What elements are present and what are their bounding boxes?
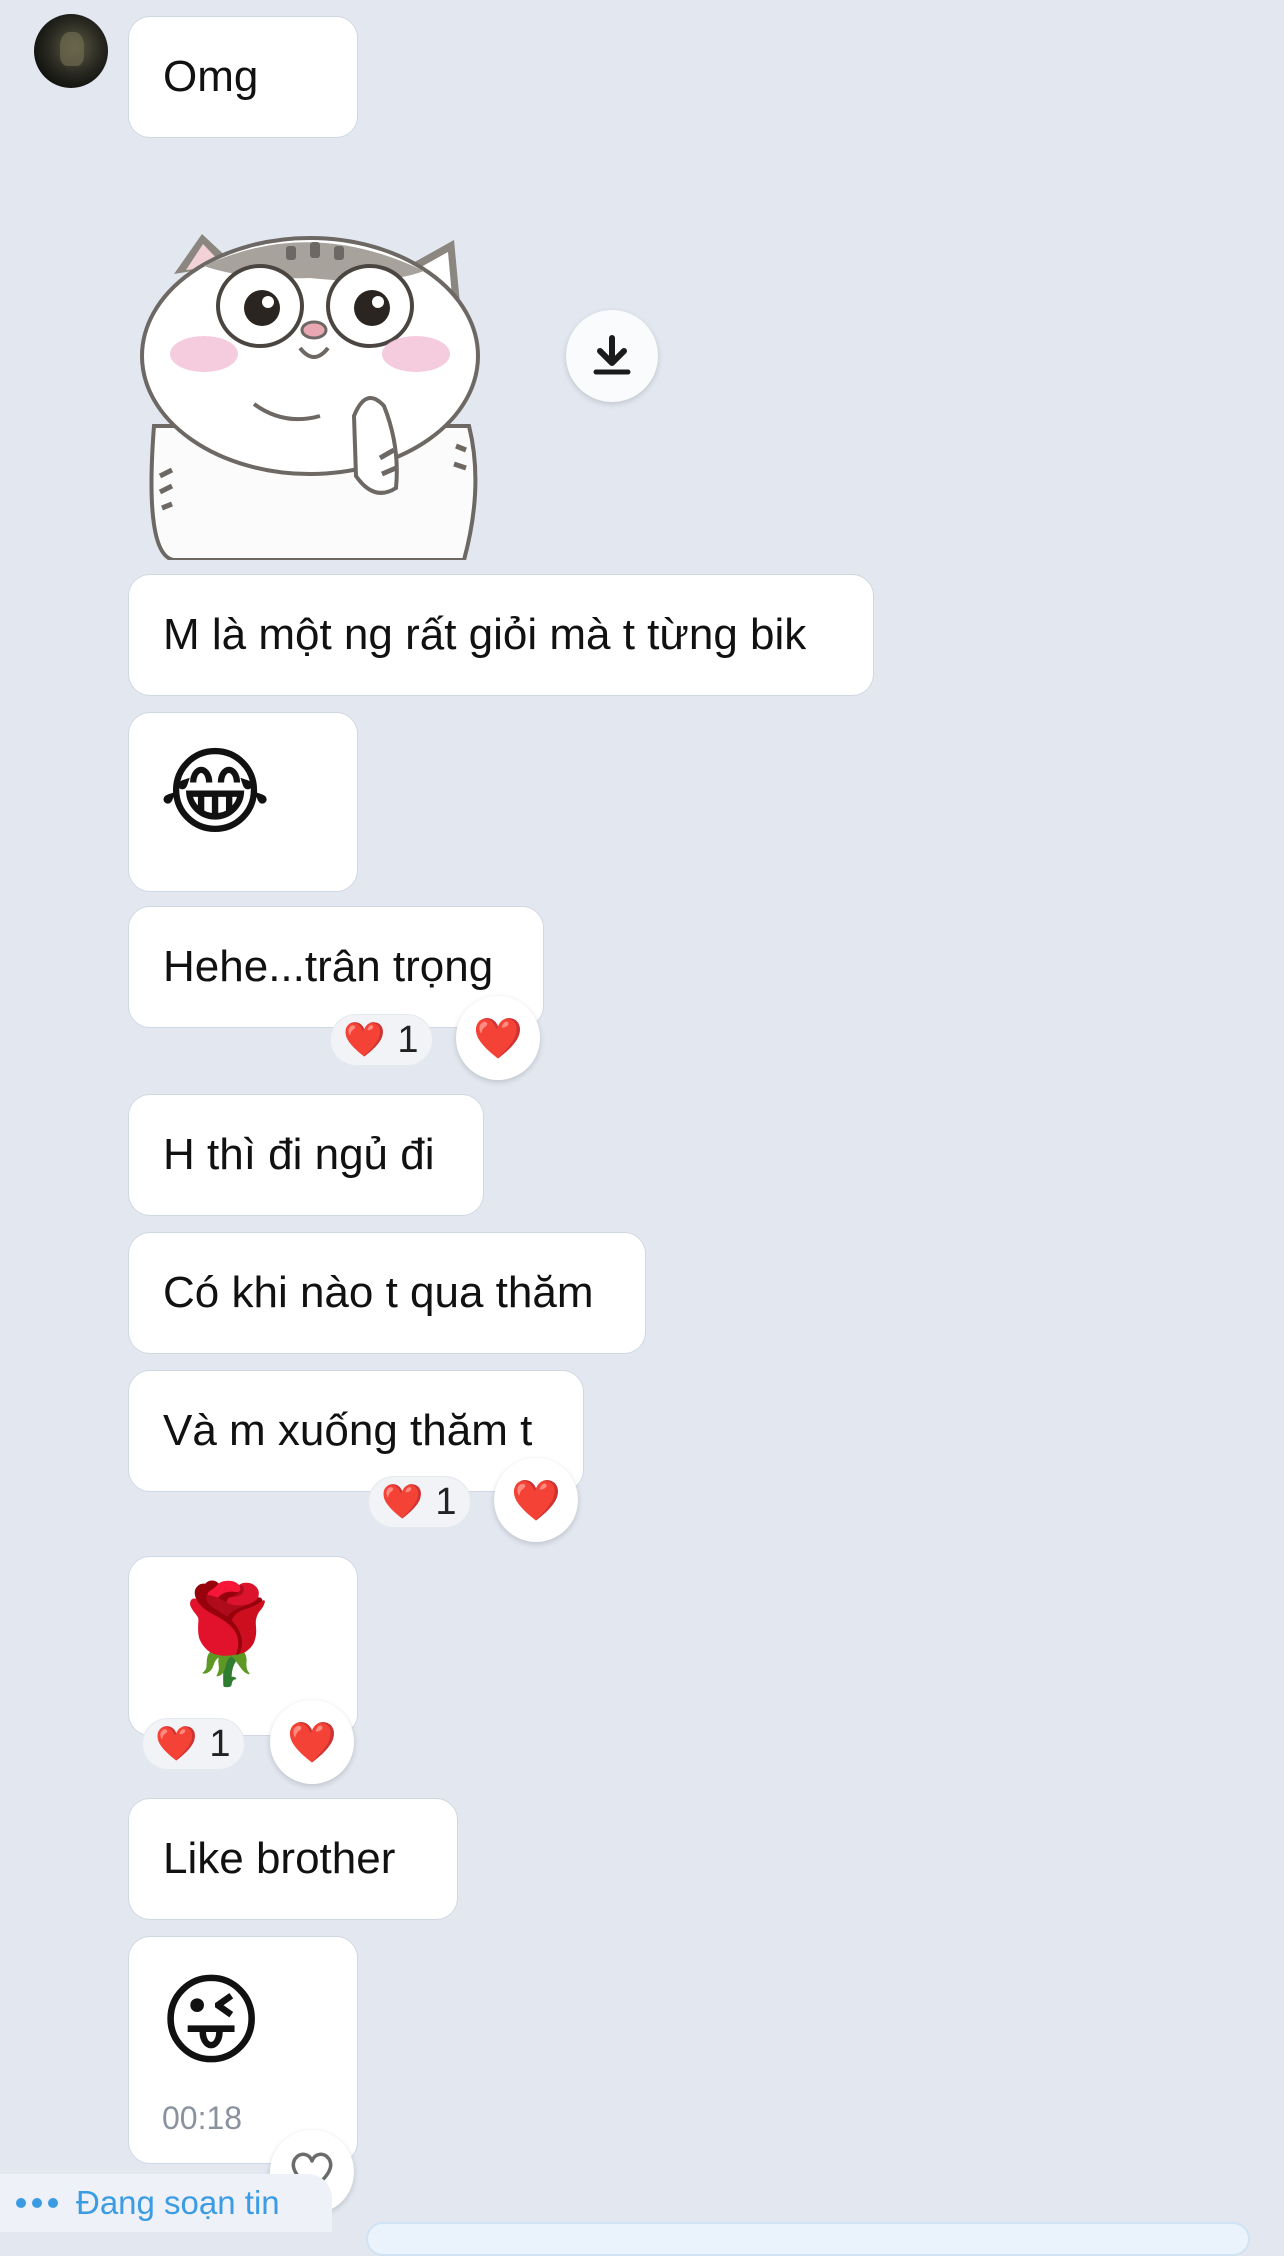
message-text: Và m xuống thăm t	[163, 1406, 533, 1455]
message-text: M là một ng rất giỏi mà t từng bik	[163, 610, 807, 659]
heart-icon: ❤️	[287, 1720, 337, 1765]
typing-text: Đang soạn tin	[76, 2184, 280, 2221]
message-bubble-text[interactable]: Có khi nào t qua thăm	[128, 1232, 646, 1354]
typing-indicator: Đang soạn tin	[0, 2174, 332, 2232]
message-bubble-text[interactable]: Like brother	[128, 1798, 458, 1920]
reaction-count: 1	[435, 1480, 457, 1523]
scroll-to-bottom-bar[interactable]	[366, 2222, 1250, 2256]
laughing-emoji: 😂	[159, 739, 272, 846]
message-bubble-emoji[interactable]: 😂	[128, 712, 358, 892]
reaction-count: 1	[209, 1722, 231, 1765]
heart-icon: ❤️	[155, 1725, 198, 1763]
message-text: Omg	[163, 52, 259, 101]
message-text: H thì đi ngủ đi	[163, 1130, 435, 1179]
contact-avatar[interactable]	[34, 14, 108, 88]
react-button[interactable]: ❤️	[456, 996, 540, 1080]
download-icon	[593, 335, 631, 375]
winking-tongue-emoji: 😜	[159, 1965, 264, 2077]
message-time: 00:18	[162, 2100, 243, 2136]
message-text: Có khi nào t qua thăm	[163, 1268, 594, 1317]
reaction-summary[interactable]: ❤️ 1	[330, 1014, 434, 1066]
message-text: Like brother	[163, 1834, 396, 1883]
reaction-summary[interactable]: ❤️ 1	[368, 1476, 472, 1528]
cat-sticker[interactable]	[134, 226, 494, 562]
message-text: Hehe...trân trọng	[163, 942, 494, 991]
reaction-summary[interactable]: ❤️ 1	[142, 1718, 246, 1770]
heart-icon: ❤️	[473, 1016, 523, 1061]
heart-icon: ❤️	[511, 1478, 561, 1523]
message-bubble-text[interactable]: M là một ng rất giỏi mà t từng bik	[128, 574, 874, 696]
download-button[interactable]	[566, 310, 658, 402]
message-bubble-text[interactable]: H thì đi ngủ đi	[128, 1094, 484, 1216]
heart-icon: ❤️	[343, 1021, 386, 1059]
message-bubble-omg[interactable]: Omg	[128, 16, 358, 138]
heart-icon: ❤️	[381, 1483, 424, 1521]
rose-emoji: 🌹	[167, 1581, 287, 1688]
react-button[interactable]: ❤️	[494, 1458, 578, 1542]
react-button[interactable]: ❤️	[270, 1700, 354, 1784]
cat-sticker-image	[140, 234, 480, 562]
typing-dots-icon	[16, 2198, 58, 2208]
reaction-count: 1	[397, 1018, 419, 1061]
